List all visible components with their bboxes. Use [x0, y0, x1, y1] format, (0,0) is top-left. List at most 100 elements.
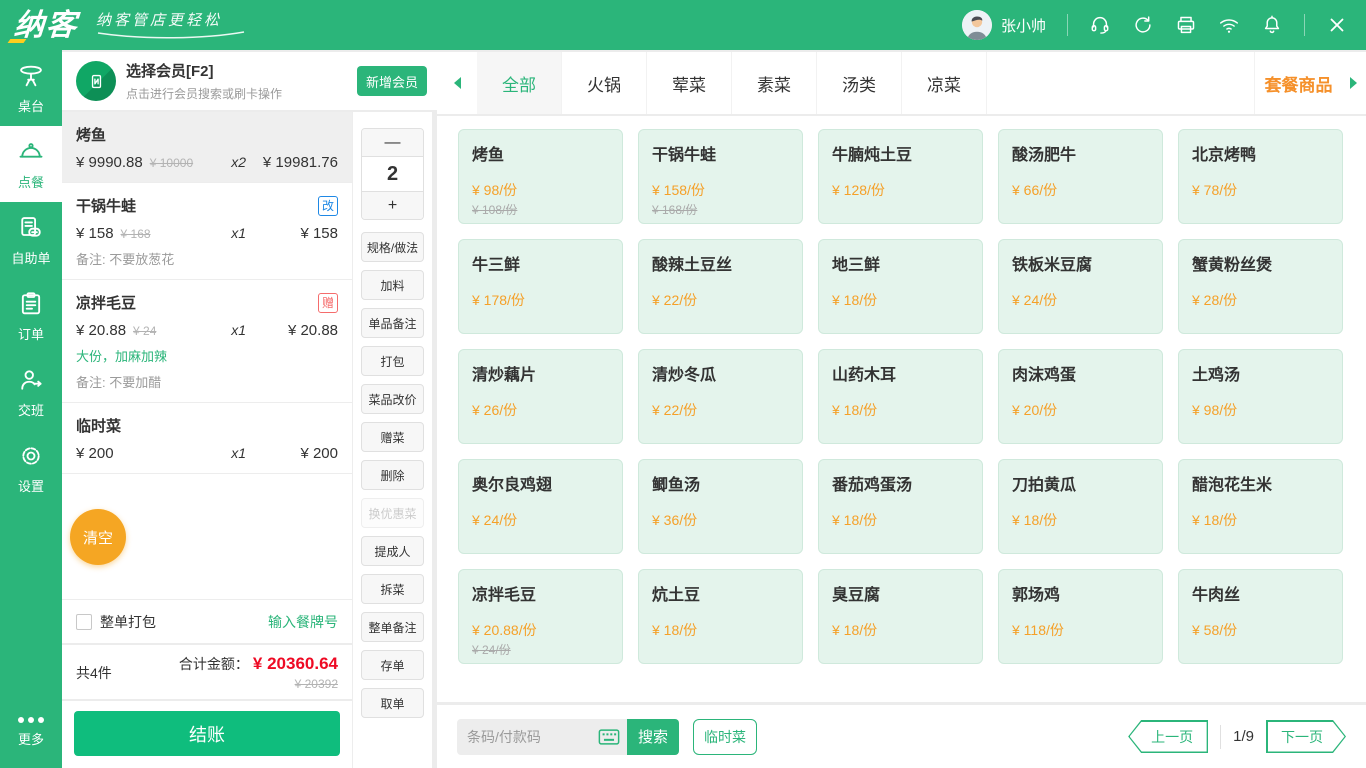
retrieve-order-button[interactable]: 取单 [361, 688, 424, 718]
dish-card[interactable]: 奥尔良鸡翅¥ 24/份 [458, 459, 623, 554]
tab-hotpot[interactable]: 火锅 [562, 52, 647, 114]
order-item-qty: x1 [231, 445, 246, 461]
user-menu[interactable]: 张小帅 [962, 10, 1046, 40]
pack-checkbox[interactable] [76, 614, 92, 630]
split-dish-button[interactable]: 拆菜 [361, 574, 424, 604]
delete-button[interactable]: 删除 [361, 460, 424, 490]
dish-card[interactable]: 清炒冬瓜¥ 22/份 [638, 349, 803, 444]
gift-dish-button[interactable]: 赠菜 [361, 422, 424, 452]
sidebar-item-shift[interactable]: 交班 [0, 354, 62, 430]
dish-card[interactable]: 酸辣土豆丝¥ 22/份 [638, 239, 803, 334]
dish-card[interactable]: 牛腩炖土豆¥ 128/份 [818, 129, 983, 224]
dish-card[interactable]: 郭场鸡¥ 118/份 [998, 569, 1163, 664]
order-item-orig-price: ¥ 24 [133, 324, 156, 338]
dish-orig-price [1192, 311, 1329, 325]
next-page-button[interactable]: 下一页 [1266, 720, 1346, 753]
dish-card[interactable]: 烤鱼¥ 98/份¥ 108/份 [458, 129, 623, 224]
tab-soup[interactable]: 汤类 [817, 52, 902, 114]
prev-page-button[interactable]: 上一页 [1128, 720, 1208, 753]
dish-card[interactable]: 牛三鲜¥ 178/份 [458, 239, 623, 334]
qty-minus-button[interactable]: — [362, 129, 423, 156]
order-item-remark: 备注: 不要加醋 [76, 372, 338, 391]
commission-person-button[interactable]: 提成人 [361, 536, 424, 566]
pack-button[interactable]: 打包 [361, 346, 424, 376]
sidebar-item-settings[interactable]: 设置 [0, 430, 62, 506]
dish-price: ¥ 18/份 [832, 620, 969, 640]
notification-bell-icon[interactable] [1261, 14, 1283, 36]
close-icon[interactable] [1326, 14, 1348, 36]
tab-meat[interactable]: 荤菜 [647, 52, 732, 114]
dish-name: 山药木耳 [832, 361, 969, 385]
dish-card[interactable]: 臭豆腐¥ 18/份 [818, 569, 983, 664]
dish-card[interactable]: 北京烤鸭¥ 78/份 [1178, 129, 1343, 224]
order-item[interactable]: 干锅牛蛙 改 ¥ 158 ¥ 168 x1 ¥ 158 备注: 不要放葱花 [62, 183, 352, 280]
keyboard-icon[interactable] [598, 727, 620, 747]
order-item[interactable]: 凉拌毛豆 赠 ¥ 20.88 ¥ 24 x1 ¥ 20.88 大份，加麻加辣 备… [62, 280, 352, 403]
dish-card[interactable]: 土鸡汤¥ 98/份 [1178, 349, 1343, 444]
sidebar-item-selfservice[interactable]: 自助单 [0, 202, 62, 278]
printer-icon[interactable] [1175, 14, 1197, 36]
clear-order-button[interactable]: 清空 [70, 509, 126, 565]
dish-card[interactable]: 醋泡花生米¥ 18/份 [1178, 459, 1343, 554]
dish-price: ¥ 128/份 [832, 180, 969, 200]
change-price-button[interactable]: 菜品改价 [361, 384, 424, 414]
wifi-icon[interactable] [1218, 14, 1240, 36]
dish-card[interactable]: 番茄鸡蛋汤¥ 18/份 [818, 459, 983, 554]
dish-card[interactable]: 地三鲜¥ 18/份 [818, 239, 983, 334]
dish-card[interactable]: 鲫鱼汤¥ 36/份 [638, 459, 803, 554]
hold-order-button[interactable]: 存单 [361, 650, 424, 680]
dish-price: ¥ 36/份 [652, 510, 789, 530]
spec-method-button[interactable]: 规格/做法 [361, 232, 424, 262]
dish-card[interactable]: 蟹黄粉丝煲¥ 28/份 [1178, 239, 1343, 334]
dish-card[interactable]: 凉拌毛豆¥ 20.88/份¥ 24/份 [458, 569, 623, 664]
order-item-total: ¥ 200 [246, 445, 338, 462]
dish-card[interactable]: 炕土豆¥ 18/份 [638, 569, 803, 664]
app-logo: 纳客 纳客管店更轻松 [0, 9, 246, 41]
dish-card[interactable]: 牛肉丝 ¥ 58/份 [1178, 569, 1343, 664]
tab-cold[interactable]: 凉菜 [902, 52, 987, 114]
item-remark-button[interactable]: 单品备注 [361, 308, 424, 338]
dish-price: ¥ 118/份 [1012, 620, 1149, 640]
sync-icon[interactable] [1132, 14, 1154, 36]
table-number-link[interactable]: 输入餐牌号 [268, 612, 338, 632]
order-item-orig-price: ¥ 168 [121, 227, 151, 241]
member-select-bar[interactable]: 选择会员[F2] 点击进行会员搜索或刷卡操作 新增会员 [62, 52, 437, 110]
dish-orig-price [1012, 641, 1149, 655]
order-remark-button[interactable]: 整单备注 [361, 612, 424, 642]
sidebar-item-orders[interactable]: 订单 [0, 278, 62, 354]
dish-card[interactable]: 清炒藕片¥ 26/份 [458, 349, 623, 444]
sidebar-item-ordering[interactable]: 点餐 [0, 126, 62, 202]
dish-card[interactable]: 山药木耳¥ 18/份 [818, 349, 983, 444]
dish-name: 牛肉丝 [1192, 581, 1329, 605]
dish-name: 酸汤肥牛 [1012, 141, 1149, 165]
tab-vegetable[interactable]: 素菜 [732, 52, 817, 114]
order-item-price: ¥ 158 [76, 225, 114, 242]
dish-card[interactable]: 铁板米豆腐¥ 24/份 [998, 239, 1163, 334]
qty-plus-button[interactable]: + [362, 192, 423, 219]
dish-card[interactable]: 干锅牛蛙¥ 158/份¥ 168/份 [638, 129, 803, 224]
dish-card[interactable]: 刀拍黄瓜¥ 18/份 [998, 459, 1163, 554]
add-member-button[interactable]: 新增会员 [357, 66, 427, 96]
order-item[interactable]: 烤鱼 ¥ 9990.88 ¥ 10000 x2 ¥ 19981.76 [62, 112, 352, 183]
sidebar-item-tables[interactable]: 桌台 [0, 50, 62, 126]
tabs-scroll-right-icon[interactable] [1342, 52, 1366, 114]
dish-card[interactable]: 酸汤肥牛¥ 66/份 [998, 129, 1163, 224]
tabs-scroll-left-icon[interactable] [437, 52, 477, 114]
add-topping-button[interactable]: 加料 [361, 270, 424, 300]
temp-dish-button[interactable]: 临时菜 [693, 719, 757, 755]
search-button[interactable]: 搜索 [627, 719, 679, 755]
sidebar-item-more[interactable]: 更多 [0, 704, 62, 760]
dish-name: 炕土豆 [652, 581, 789, 605]
logo-slogan: 纳客管店更轻松 [96, 9, 246, 39]
tab-combo-products[interactable]: 套餐商品 [1254, 52, 1342, 114]
customer-service-icon[interactable] [1089, 14, 1111, 36]
dish-name: 土鸡汤 [1192, 361, 1329, 385]
dish-card[interactable]: 肉沫鸡蛋¥ 20/份 [998, 349, 1163, 444]
order-item[interactable]: 临时菜 ¥ 200 x1 ¥ 200 [62, 403, 352, 474]
swap-discount-dish-button: 换优惠菜 [361, 498, 424, 528]
total-label: 合计金额： [179, 654, 249, 674]
dish-price: ¥ 58/份 [1192, 620, 1329, 640]
checkout-button[interactable]: 结账 [74, 711, 340, 756]
category-tabs-bar: 全部 火锅 荤菜 素菜 汤类 凉菜 套餐商品 [437, 52, 1366, 114]
tab-all[interactable]: 全部 [477, 52, 562, 114]
